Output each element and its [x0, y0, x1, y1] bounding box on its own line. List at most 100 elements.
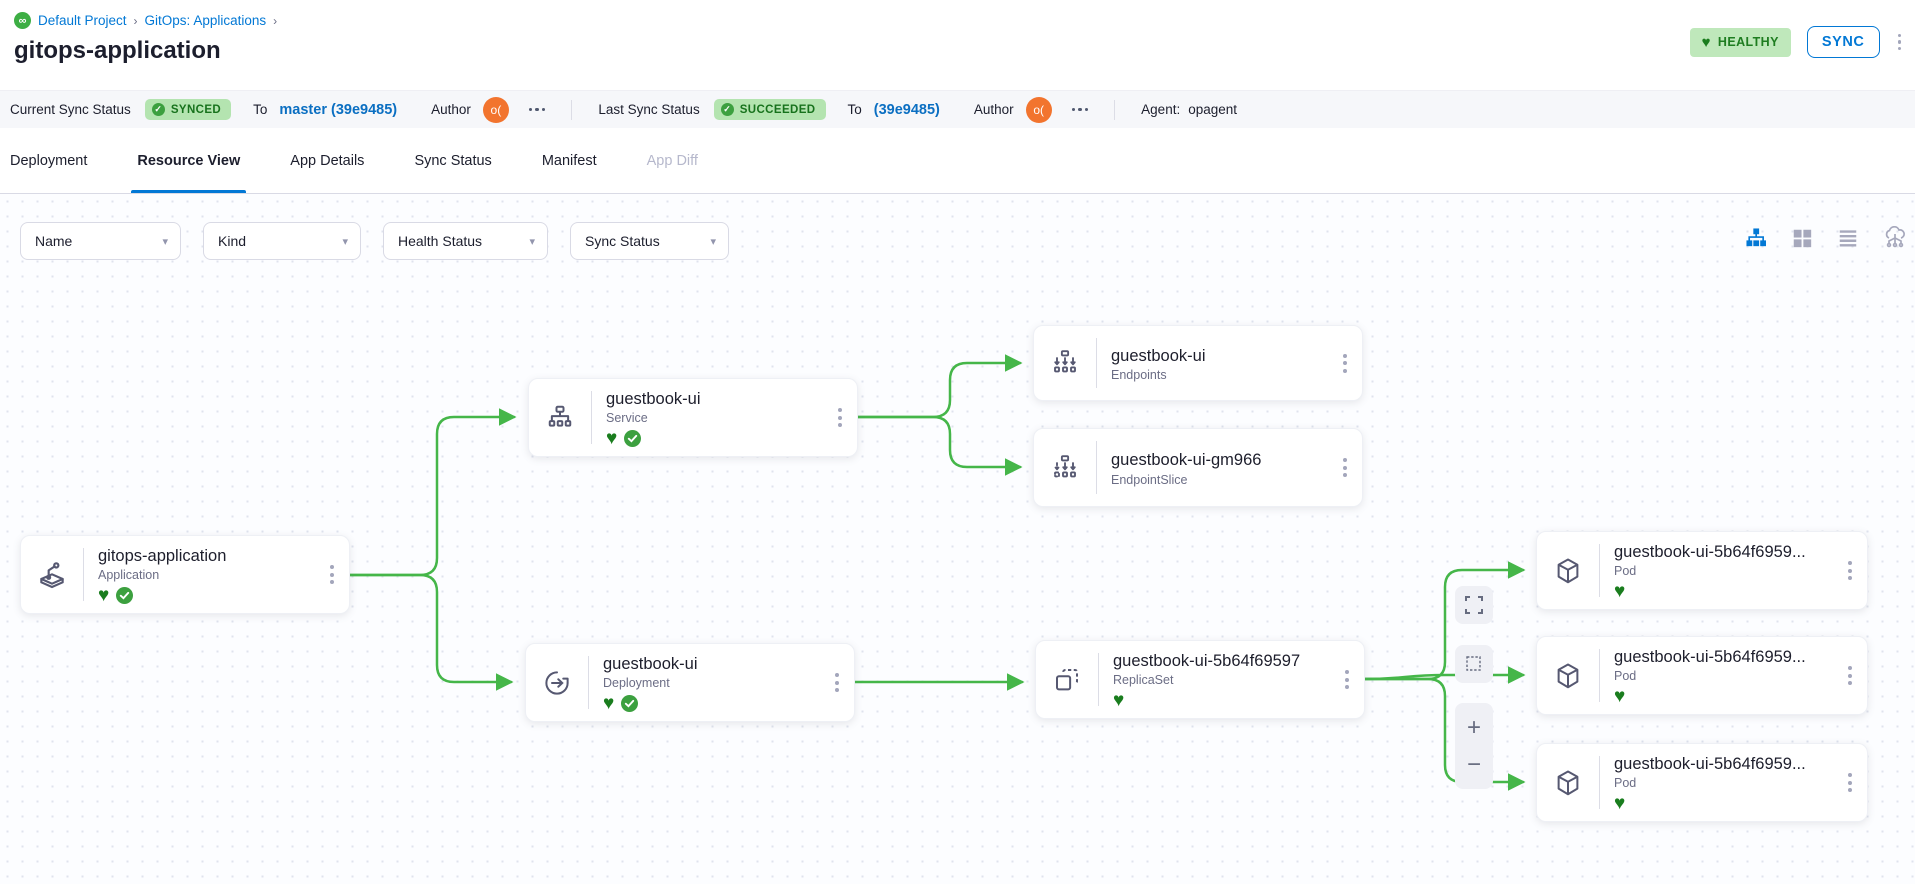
zoom-in-button[interactable]: +: [1467, 716, 1481, 740]
succeeded-badge: ✓ SUCCEEDED: [714, 99, 826, 120]
author-label: Author: [431, 102, 471, 117]
tab-manifest[interactable]: Manifest: [542, 128, 597, 193]
last-target-revision-link[interactable]: (39e9485): [874, 102, 940, 118]
health-status-filter-label: Health Status: [398, 233, 482, 249]
node-more-menu[interactable]: [1833, 532, 1867, 609]
tab-bar: Deployment Resource View App Details Syn…: [0, 128, 1915, 194]
last-sync-status-label: Last Sync Status: [598, 102, 699, 117]
node-endpointslice[interactable]: guestbook-ui-gm966 EndpointSlice: [1033, 428, 1363, 507]
node-more-menu[interactable]: [1833, 637, 1867, 714]
chevron-down-icon: ▾: [162, 235, 168, 248]
name-filter-dropdown[interactable]: Name▾: [20, 222, 181, 260]
breadcrumb-project[interactable]: Default Project: [38, 13, 127, 28]
tab-app-diff: App Diff: [647, 128, 698, 193]
gitops-logo-icon: ∞: [14, 12, 31, 29]
fullscreen-button[interactable]: [1455, 586, 1493, 624]
tab-resource-view[interactable]: Resource View: [137, 128, 240, 193]
author-label: Author: [974, 102, 1014, 117]
author-avatar[interactable]: o(: [483, 97, 509, 123]
divider: [571, 100, 572, 120]
page-header: ∞ Default Project › GitOps: Applications…: [0, 0, 1915, 90]
replicaset-icon: [1036, 641, 1098, 718]
node-more-menu[interactable]: [315, 536, 349, 613]
current-sync-more-menu[interactable]: [529, 108, 546, 112]
resource-graph-canvas[interactable]: Name▾ Kind▾ Health Status▾ Sync Status▾: [0, 194, 1915, 884]
node-title: guestbook-ui-5b64f69597: [1113, 651, 1330, 671]
healthy-heart-icon: ♥: [98, 586, 109, 605]
author-avatar[interactable]: o(: [1026, 97, 1052, 123]
divider: [1114, 100, 1115, 120]
deployment-icon: [526, 644, 588, 721]
synced-badge: ✓ SYNCED: [145, 99, 231, 120]
node-title: guestbook-ui: [603, 654, 820, 674]
page-title: gitops-application: [14, 37, 1901, 65]
tree-view-icon[interactable]: [1745, 227, 1767, 249]
view-toggles: [1745, 226, 1907, 250]
tab-deployment[interactable]: Deployment: [10, 128, 87, 193]
sync-status-filter-dropdown[interactable]: Sync Status ▾: [570, 222, 729, 260]
node-replicaset[interactable]: guestbook-ui-5b64f69597 ReplicaSet ♥: [1035, 640, 1365, 719]
selection-tool-button[interactable]: [1455, 645, 1493, 683]
health-badge-label: HEALTHY: [1718, 35, 1779, 49]
tab-sync-status[interactable]: Sync Status: [414, 128, 491, 193]
kind-filter-dropdown[interactable]: Kind▾: [203, 222, 361, 260]
node-pod-3[interactable]: guestbook-ui-5b64f6959... Pod ♥: [1536, 743, 1868, 822]
node-title: guestbook-ui-5b64f6959...: [1614, 542, 1833, 562]
sync-status-filter-label: Sync Status: [585, 233, 660, 249]
breadcrumb-section[interactable]: GitOps: Applications: [145, 13, 267, 28]
node-endpoints[interactable]: guestbook-ui Endpoints: [1033, 325, 1363, 401]
tab-app-details[interactable]: App Details: [290, 128, 364, 193]
node-kind: Pod: [1614, 564, 1833, 578]
node-kind: Application: [98, 568, 315, 582]
last-sync-more-menu[interactable]: [1072, 108, 1089, 112]
healthy-heart-icon: ♥: [1614, 794, 1625, 813]
grid-view-icon[interactable]: [1791, 227, 1813, 249]
node-pod-1[interactable]: guestbook-ui-5b64f6959... Pod ♥: [1536, 531, 1868, 610]
health-status-filter-dropdown[interactable]: Health Status▾: [383, 222, 548, 260]
node-more-menu[interactable]: [823, 379, 857, 456]
header-more-menu[interactable]: [1896, 32, 1904, 53]
breadcrumb-separator-icon: ›: [134, 14, 138, 28]
breadcrumb-separator-icon: ›: [273, 14, 277, 28]
pod-icon: [1537, 637, 1599, 714]
node-deployment[interactable]: guestbook-ui Deployment ♥: [525, 643, 855, 722]
zoom-out-button[interactable]: −: [1467, 753, 1481, 777]
agent-value: opagent: [1188, 102, 1237, 117]
breadcrumb: ∞ Default Project › GitOps: Applications…: [14, 12, 1901, 29]
filter-bar: Name▾ Kind▾ Health Status▾ Sync Status▾: [20, 222, 729, 260]
node-more-menu[interactable]: [1833, 744, 1867, 821]
check-circle-icon: ✓: [721, 103, 734, 116]
succeeded-badge-label: SUCCEEDED: [740, 104, 816, 116]
node-kind: Pod: [1614, 776, 1833, 790]
node-title: guestbook-ui-5b64f6959...: [1614, 647, 1833, 667]
healthy-heart-icon: ♥: [1614, 582, 1625, 601]
node-title: guestbook-ui-gm966: [1111, 450, 1328, 471]
synced-check-icon: [116, 587, 133, 604]
zoom-controls: + −: [1455, 703, 1493, 789]
node-more-menu[interactable]: [820, 644, 854, 721]
agent-label: Agent:: [1141, 102, 1180, 117]
cloud-resources-view-icon[interactable]: [1883, 226, 1907, 250]
current-sync-status-label: Current Sync Status: [10, 102, 131, 117]
heart-icon: ♥: [1702, 35, 1711, 50]
synced-check-icon: [621, 695, 638, 712]
node-kind: Endpoints: [1111, 368, 1328, 382]
node-application[interactable]: gitops-application Application ♥: [20, 535, 350, 614]
node-service[interactable]: guestbook-ui Service ♥: [528, 378, 858, 457]
node-more-menu[interactable]: [1328, 429, 1362, 506]
healthy-heart-icon: ♥: [1113, 691, 1124, 710]
service-icon: [529, 379, 591, 456]
node-kind: Pod: [1614, 669, 1833, 683]
sync-status-bar: Current Sync Status ✓ SYNCED To master (…: [0, 90, 1915, 128]
node-title: guestbook-ui: [1111, 346, 1328, 367]
chevron-down-icon: ▾: [710, 235, 716, 248]
current-target-revision-link[interactable]: master (39e9485): [279, 102, 397, 118]
sync-button[interactable]: SYNC: [1807, 26, 1880, 58]
node-more-menu[interactable]: [1328, 326, 1362, 400]
endpoints-icon: [1034, 326, 1096, 400]
node-kind: Service: [606, 411, 823, 425]
node-more-menu[interactable]: [1330, 641, 1364, 718]
list-view-icon[interactable]: [1837, 227, 1859, 249]
node-pod-2[interactable]: guestbook-ui-5b64f6959... Pod ♥: [1536, 636, 1868, 715]
pod-icon: [1537, 532, 1599, 609]
